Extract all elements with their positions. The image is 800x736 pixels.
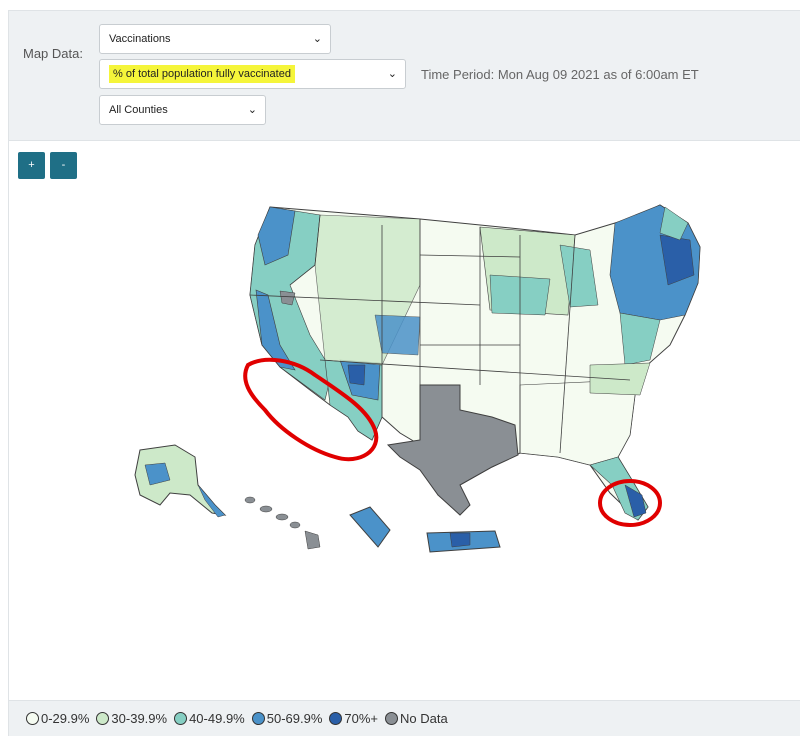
chevron-down-icon: ⌄	[312, 33, 322, 45]
legend-swatch	[385, 712, 399, 725]
legend-label: 30-39.9%	[111, 711, 168, 726]
legend-item-30-39: 30-39.9%	[96, 711, 167, 726]
scope-select-value: All Counties	[109, 104, 168, 116]
legend-item-no-data: No Data	[385, 711, 448, 726]
legend-label: No Data	[400, 711, 448, 726]
legend-label: 50-69.9%	[266, 711, 323, 726]
zoom-in-button[interactable]: +	[18, 152, 45, 179]
dataset-select[interactable]: Vaccinations ⌄	[99, 24, 331, 54]
hawaii-islands	[244, 496, 321, 550]
zoom-out-button[interactable]: -	[50, 152, 77, 179]
legend-label: 70%+	[344, 711, 379, 726]
legend-swatch	[26, 712, 39, 725]
legend-swatch	[329, 712, 343, 725]
metric-select[interactable]: % of total population fully vaccinated ⌄	[99, 59, 406, 89]
legend-label: 0-29.9%	[41, 711, 90, 726]
scope-select[interactable]: All Counties ⌄	[99, 95, 266, 125]
legend-item-40-49: 40-49.9%	[174, 711, 245, 726]
navajo-region	[347, 364, 366, 386]
legend-item-0-29: 0-29.9%	[26, 711, 89, 726]
legend-label: 40-49.9%	[189, 711, 245, 726]
dataset-select-value: Vaccinations	[109, 33, 171, 45]
nevada-gray-patch	[279, 290, 296, 306]
legend-swatch	[96, 712, 110, 725]
chevron-down-icon: ⌄	[247, 104, 257, 116]
puerto-rico-dark	[449, 532, 471, 548]
controls-bar: Map Data: Vaccinations ⌄ % of total popu…	[9, 11, 800, 141]
map-data-label: Map Data:	[23, 46, 83, 61]
us-county-map	[134, 204, 701, 553]
chevron-down-icon: ⌄	[387, 68, 397, 80]
legend-item-50-69: 50-69.9%	[251, 711, 323, 726]
county-map[interactable]	[120, 195, 720, 565]
territory-region	[349, 506, 391, 548]
legend-swatch	[251, 712, 265, 725]
legend-item-70-plus: 70%+	[329, 711, 378, 726]
time-period: Time Period: Mon Aug 09 2021 as of 6:00a…	[421, 67, 699, 82]
legend-swatch	[174, 712, 188, 725]
metric-select-value: % of total population fully vaccinated	[109, 65, 295, 83]
map-legend: 0-29.9% 30-39.9% 40-49.9% 50-69.9% 70%+ …	[9, 700, 800, 736]
